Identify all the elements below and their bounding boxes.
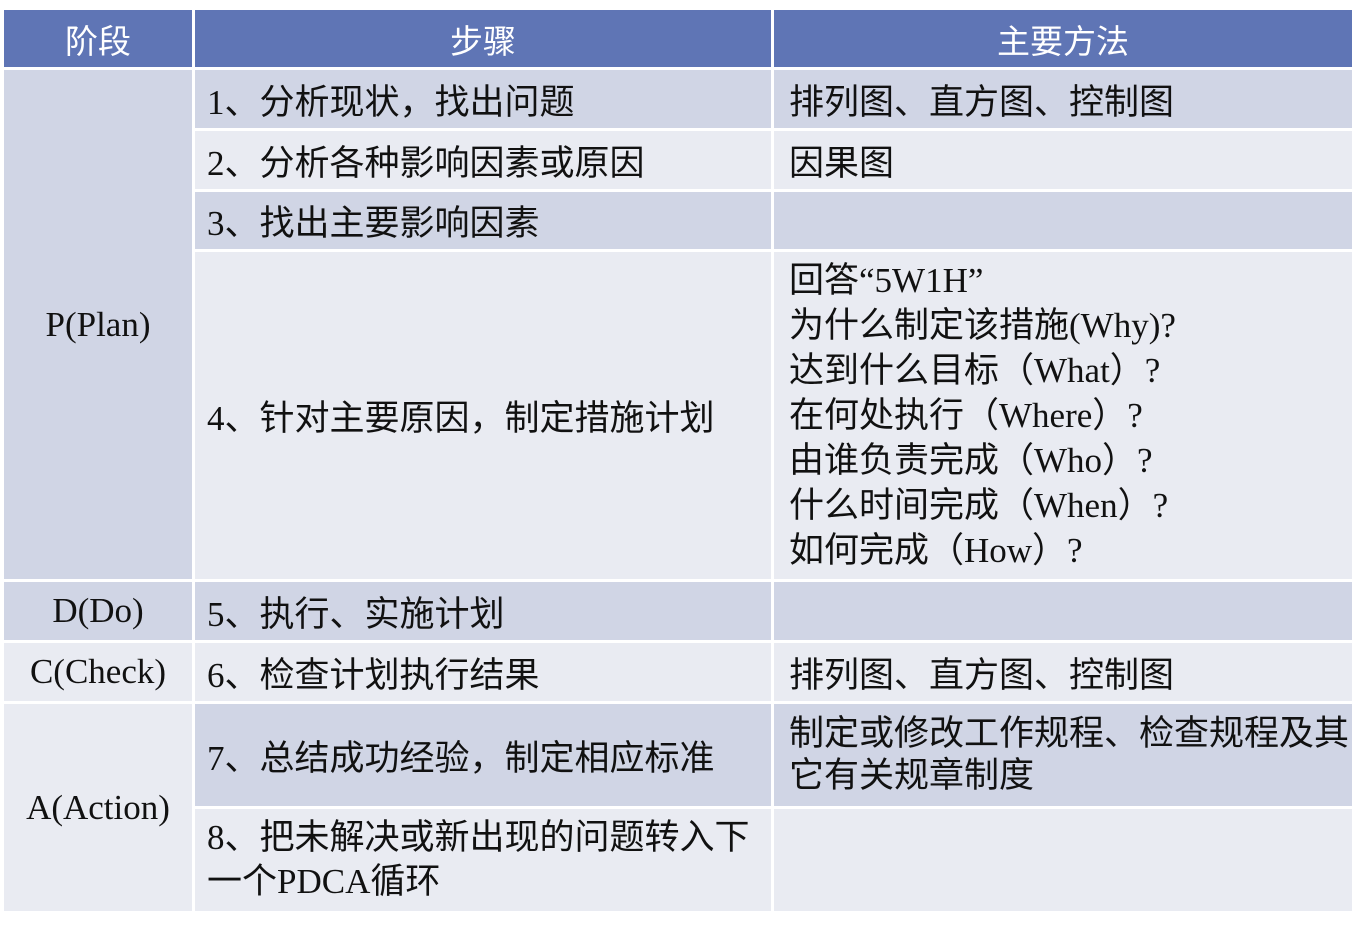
phase-plan: P(Plan)	[4, 70, 192, 579]
step-8: 8、把未解决或新出现的问题转入下一个PDCA循环	[195, 809, 771, 911]
step-7: 7、总结成功经验，制定相应标准	[195, 704, 771, 806]
method-4-line: 回答“5W1H”	[789, 261, 984, 300]
method-5	[774, 582, 1352, 640]
header-methods: 主要方法	[774, 10, 1352, 67]
step-1: 1、分析现状，找出问题	[195, 70, 771, 128]
phase-check: C(Check)	[4, 643, 192, 701]
method-4: 回答“5W1H” 为什么制定该措施(Why)? 达到什么目标（What）? 在何…	[774, 252, 1352, 579]
header-phase: 阶段	[4, 10, 192, 67]
method-1: 排列图、直方图、控制图	[774, 70, 1352, 128]
step-2: 2、分析各种影响因素或原因	[195, 131, 771, 189]
phase-do: D(Do)	[4, 582, 192, 640]
phase-action: A(Action)	[4, 704, 192, 911]
method-7: 制定或修改工作规程、检查规程及其它有关规章制度	[774, 704, 1352, 806]
header-row: 阶段 步骤 主要方法	[4, 10, 1352, 67]
method-4-line: 什么时间完成（When）?	[789, 486, 1169, 525]
method-6: 排列图、直方图、控制图	[774, 643, 1352, 701]
step-5: 5、执行、实施计划	[195, 582, 771, 640]
header-steps: 步骤	[195, 10, 771, 67]
method-2: 因果图	[774, 131, 1352, 189]
step-3: 3、找出主要影响因素	[195, 192, 771, 249]
step-6: 6、检查计划执行结果	[195, 643, 771, 701]
step-4: 4、针对主要原因，制定措施计划	[195, 252, 771, 579]
method-4-line: 如何完成（How）?	[789, 531, 1083, 570]
table-row: P(Plan) 1、分析现状，找出问题 排列图、直方图、控制图	[4, 70, 1352, 579]
method-4-line: 达到什么目标（What）?	[789, 351, 1161, 390]
method-3	[774, 192, 1352, 249]
table-row: D(Do) 5、执行、实施计划	[4, 582, 1352, 640]
table-row: A(Action) 7、总结成功经验，制定相应标准 制定或修改工作规程、检查规程…	[4, 704, 1352, 911]
method-4-line: 在何处执行（Where）?	[789, 396, 1143, 435]
pdca-table: 阶段 步骤 主要方法 P(Plan) 1、分析现状，找出问题 排列图、直方图、控…	[1, 7, 1355, 914]
method-4-line: 由谁负责完成（Who）?	[789, 441, 1153, 480]
table-row: 2、分析各种影响因素或原因 因果图	[4, 131, 1352, 189]
table-row: C(Check) 6、检查计划执行结果 排列图、直方图、控制图	[4, 643, 1352, 701]
table-row: 8、把未解决或新出现的问题转入下一个PDCA循环	[4, 809, 1352, 911]
method-8	[774, 809, 1352, 911]
table-row: 4、针对主要原因，制定措施计划 回答“5W1H” 为什么制定该措施(Why)? …	[4, 252, 1352, 579]
table-row: 3、找出主要影响因素	[4, 192, 1352, 249]
method-4-line: 为什么制定该措施(Why)?	[789, 306, 1176, 345]
